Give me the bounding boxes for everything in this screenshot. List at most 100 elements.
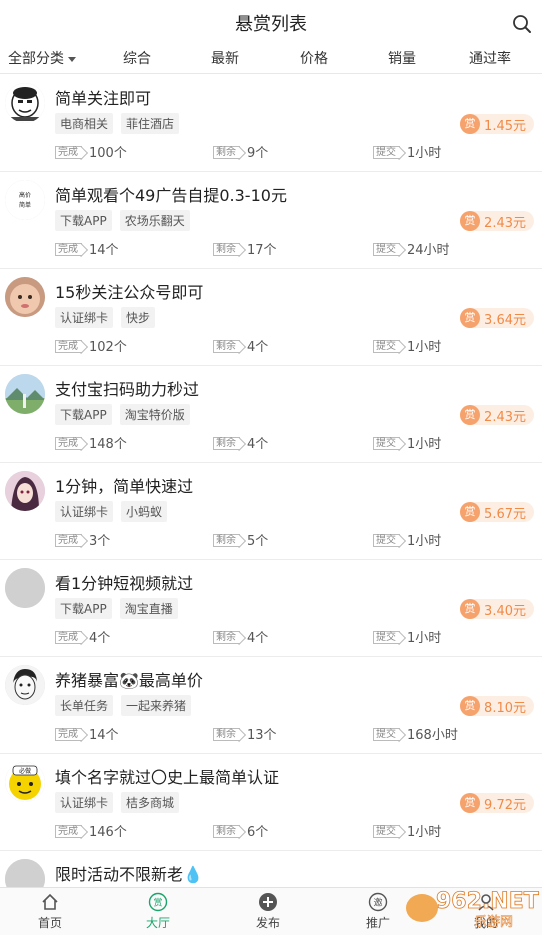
task-avatar bbox=[5, 83, 45, 123]
home-icon bbox=[42, 893, 58, 910]
stat-value: 3个 bbox=[89, 534, 111, 549]
task-title: 1分钟，简单快速过 bbox=[55, 477, 194, 496]
reward-badge-icon: 赏 bbox=[460, 211, 481, 231]
reward-pill: 赏 8.10元 bbox=[460, 696, 534, 716]
filter-pass-rate[interactable]: 通过率 bbox=[469, 48, 511, 68]
site-watermark-logo: 962.NET 乐游网 bbox=[406, 889, 539, 930]
task-title: 支付宝扫码助力秒过 bbox=[55, 380, 200, 399]
stat-label-wrap: 剩余 bbox=[213, 241, 241, 256]
filter-newest[interactable]: 最新 bbox=[211, 48, 239, 68]
reward-pill: 赏 5.67元 bbox=[460, 502, 534, 522]
reward-amount: 2.43元 bbox=[484, 409, 526, 425]
task-stats: 完成 3个 剩余 5个 提交 1小时 bbox=[55, 530, 535, 549]
svg-text:简单: 简单 bbox=[19, 201, 31, 209]
task-stats: 完成 100个 剩余 9个 提交 1小时 bbox=[55, 142, 535, 161]
stat-submit-time: 提交 1小时 bbox=[373, 433, 441, 452]
stat-remaining: 剩余 13个 bbox=[213, 724, 277, 743]
reward-pill: 赏 3.64元 bbox=[460, 308, 534, 328]
task-tag: 一起来养猪 bbox=[121, 695, 192, 716]
stat-label-tag: 完成 bbox=[55, 146, 82, 159]
stat-value: 1小时 bbox=[407, 631, 442, 646]
search-icon[interactable] bbox=[512, 14, 532, 34]
stat-label-tag: 剩余 bbox=[213, 534, 240, 547]
stat-completed: 完成 102个 bbox=[55, 336, 127, 355]
tab-label: 首页 bbox=[37, 916, 62, 930]
tab-label: 发布 bbox=[255, 916, 280, 930]
task-list-item[interactable]: 15秒关注公众号即可 认证绑卡 快步 完成 102个 剩余 4个 提交 1小时 赏 3.64元 bbox=[0, 269, 542, 366]
stat-submit-time: 提交 1小时 bbox=[373, 530, 441, 549]
reward-amount: 9.72元 bbox=[484, 797, 526, 813]
filter-all-categories[interactable]: 全部分类 bbox=[8, 48, 76, 68]
task-tags: 认证绑卡 桔多商城 bbox=[55, 792, 180, 813]
stat-label-wrap: 剩余 bbox=[213, 144, 241, 159]
stat-value: 1小时 bbox=[407, 340, 442, 355]
stat-value: 1小时 bbox=[407, 534, 442, 549]
stat-label-tag: 剩余 bbox=[213, 825, 240, 838]
stat-label-tag: 剩余 bbox=[213, 243, 240, 256]
stat-label-tag: 剩余 bbox=[213, 631, 240, 644]
stat-label-wrap: 剩余 bbox=[213, 823, 241, 838]
stat-submit-time: 提交 1小时 bbox=[373, 821, 441, 840]
reward-badge-icon: 赏 bbox=[460, 502, 481, 522]
stat-label-tag: 剩余 bbox=[213, 340, 240, 353]
hall-icon: 赏 bbox=[148, 892, 168, 912]
task-list-item[interactable]: 看1分钟短视频就过 下载APP 淘宝直播 完成 4个 剩余 4个 提交 1小时赏 3.40元 bbox=[0, 560, 542, 657]
tab-hall[interactable]: 赏大厅 bbox=[128, 892, 188, 931]
filter-label: 全部分类 bbox=[8, 51, 64, 67]
stat-submit-time: 提交 1小时 bbox=[373, 336, 441, 355]
task-tag: 菲住酒店 bbox=[121, 113, 180, 134]
task-list-item[interactable]: 必做 填个名字就过〇史上最简单认证 认证绑卡 桔多商城 完成 146个 剩余 6个 提交 1小时 赏… bbox=[0, 754, 542, 851]
svg-text:必做: 必做 bbox=[19, 767, 31, 775]
task-list-item[interactable]: 限时活动不限新老💧 bbox=[0, 851, 542, 887]
stat-remaining: 剩余 9个 bbox=[213, 142, 268, 161]
stat-remaining: 剩余 4个 bbox=[213, 433, 268, 452]
filter-price[interactable]: 价格 bbox=[300, 48, 328, 68]
stat-label-tag: 完成 bbox=[55, 243, 82, 256]
reward-pill: 赏 2.43元 bbox=[460, 405, 534, 425]
task-tag: 电商相关 bbox=[55, 113, 114, 134]
stat-value: 5个 bbox=[247, 534, 269, 549]
tab-promote[interactable]: 邀推广 bbox=[348, 892, 408, 931]
reward-badge-icon: 赏 bbox=[460, 114, 481, 134]
stat-label-wrap: 剩余 bbox=[213, 435, 241, 450]
stat-value: 4个 bbox=[89, 631, 111, 646]
stat-remaining: 剩余 4个 bbox=[213, 336, 268, 355]
stat-label-tag: 完成 bbox=[55, 340, 82, 353]
task-avatar bbox=[5, 665, 45, 705]
task-stats: 完成 148个 剩余 4个 提交 1小时 bbox=[55, 433, 535, 452]
task-tag: 下载APP bbox=[55, 404, 112, 425]
stat-value: 24小时 bbox=[407, 243, 450, 258]
task-tag: 下载APP bbox=[55, 210, 112, 231]
task-list-item[interactable]: 养猪暴富🐼最高单价 长单任务 一起来养猪 完成 14个 剩余 13个 提交 168小时赏 8.10… bbox=[0, 657, 542, 754]
filter-comprehensive[interactable]: 综合 bbox=[123, 48, 151, 68]
tab-home[interactable]: 首页 bbox=[20, 892, 80, 931]
task-avatar: 必做 bbox=[5, 762, 45, 802]
task-avatar bbox=[5, 471, 45, 511]
stat-label-wrap: 完成 bbox=[55, 823, 83, 838]
stat-label-tag: 提交 bbox=[373, 243, 400, 256]
filter-sales[interactable]: 销量 bbox=[388, 48, 416, 68]
task-list-item[interactable]: 高价 简单 简单观看个49广告自提0.3-10元 下载APP 农场乐翻天 完成 14个 剩余 1… bbox=[0, 172, 542, 269]
stat-value: 100个 bbox=[89, 146, 127, 161]
stat-label-tag: 提交 bbox=[373, 146, 400, 159]
task-list-item[interactable]: 1分钟，简单快速过 认证绑卡 小蚂蚁 完成 3个 剩余 5个 提交 1小时 赏 5.67元 bbox=[0, 463, 542, 560]
stat-label-tag: 提交 bbox=[373, 437, 400, 450]
stat-label-wrap: 剩余 bbox=[213, 726, 241, 741]
task-title: 填个名字就过〇史上最简单认证 bbox=[55, 768, 280, 787]
task-tags: 长单任务 一起来养猪 bbox=[55, 695, 192, 716]
task-list-item[interactable]: 支付宝扫码助力秒过 下载APP 淘宝特价版 完成 148个 剩余 4个 提交 1小时 赏 2.43元 bbox=[0, 366, 542, 463]
task-list-item[interactable]: 简单关注即可 电商相关 菲住酒店 完成 100个 剩余 9个 提交 1小时 赏 1.45元 bbox=[0, 75, 542, 172]
stat-label-wrap: 提交 bbox=[373, 726, 401, 741]
stat-label-wrap: 提交 bbox=[373, 823, 401, 838]
task-title: 限时活动不限新老💧 bbox=[55, 865, 203, 884]
caret-down-icon bbox=[68, 56, 76, 62]
stat-label-tag: 完成 bbox=[55, 631, 82, 644]
tab-publish[interactable]: 发布 bbox=[238, 892, 298, 931]
task-tag: 下载APP bbox=[55, 598, 112, 619]
stat-submit-time: 提交 1小时 bbox=[373, 142, 441, 161]
task-title: 看1分钟短视频就过 bbox=[55, 574, 194, 593]
task-avatar bbox=[5, 568, 45, 608]
task-tag: 小蚂蚁 bbox=[121, 501, 168, 522]
task-title: 15秒关注公众号即可 bbox=[55, 283, 204, 302]
tab-label: 推广 bbox=[365, 916, 390, 930]
